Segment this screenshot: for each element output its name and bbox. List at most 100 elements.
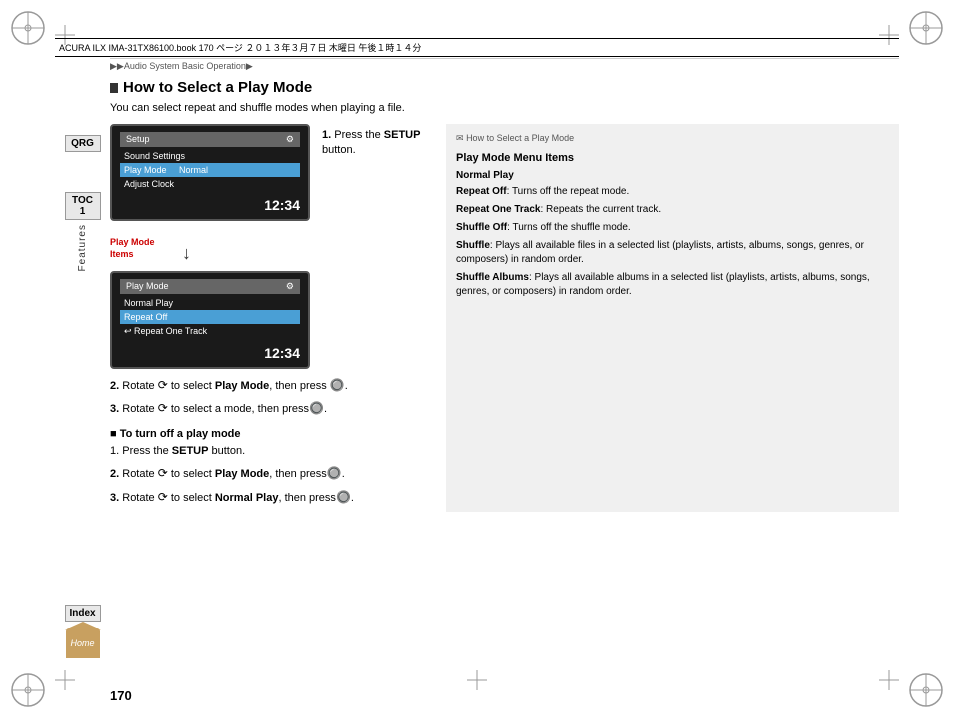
step2-prefix: Rotate bbox=[122, 380, 157, 392]
right-item1-bold: Repeat Off bbox=[456, 186, 507, 197]
step1-bold: SETUP bbox=[384, 129, 421, 141]
screen2-time: 12:34 bbox=[120, 345, 300, 361]
index-button[interactable]: Index bbox=[65, 605, 101, 622]
corner-decoration-bl bbox=[8, 670, 48, 710]
sidebar: QRG TOC 1 Features Index Home bbox=[55, 65, 110, 658]
right-breadcrumb: ✉ How to Select a Play Mode bbox=[456, 132, 889, 146]
step2-end: , then press bbox=[269, 380, 330, 392]
rotate-icon-to2: ⟳ bbox=[158, 466, 168, 480]
right-item3-bold: Shuffle Off bbox=[456, 222, 507, 233]
home-label: Home bbox=[70, 638, 94, 648]
screen1-icon: ⚙ bbox=[286, 134, 294, 145]
turn-off-step1: 1. Press the SETUP button. bbox=[110, 444, 430, 459]
right-item4: Shuffle: Plays all available files in a … bbox=[456, 239, 889, 267]
right-item5-bold: Shuffle Albums bbox=[456, 272, 529, 283]
screen1-title-bar: Setup ⚙ bbox=[120, 132, 300, 147]
right-item2: Repeat One Track: Repeats the current tr… bbox=[456, 203, 889, 217]
screen2-item-3: ↩ Repeat One Track bbox=[120, 324, 300, 339]
rotate-icon-3: ⟳ bbox=[158, 401, 168, 415]
right-column: ✉ How to Select a Play Mode Play Mode Me… bbox=[446, 124, 899, 512]
toc-button[interactable]: TOC 1 bbox=[65, 192, 101, 220]
qrg-button[interactable]: QRG bbox=[65, 135, 101, 152]
right-item3-text: : Turns off the shuffle mode. bbox=[507, 222, 631, 233]
screen1-menu: Sound Settings Play Mode Normal Adjust C… bbox=[120, 147, 300, 193]
step2-period: . bbox=[345, 380, 348, 392]
turn-off-step3-select: to select bbox=[168, 492, 215, 504]
turn-off-step3-num: 3. bbox=[110, 492, 119, 504]
screen2-title: Play Mode bbox=[126, 281, 169, 292]
press-icon-2: 🔘 bbox=[330, 378, 345, 392]
annotation-label: Play ModeItems bbox=[110, 237, 155, 260]
right-item2-bold: Repeat One Track bbox=[456, 204, 540, 215]
step2-num: 2. bbox=[110, 380, 119, 392]
title-marker bbox=[110, 83, 118, 93]
crosshair-bottom-right bbox=[879, 670, 899, 693]
corner-decoration-tr bbox=[906, 8, 946, 48]
corner-decoration-br bbox=[906, 670, 946, 710]
two-column-layout: Setup ⚙ Sound Settings Play Mode Normal … bbox=[110, 124, 899, 512]
step2-bold: Play Mode bbox=[215, 380, 269, 392]
screen2-item-2: Repeat Off bbox=[120, 310, 300, 324]
turn-off-step2-select: to select bbox=[168, 468, 215, 480]
turn-off-step1-end: button. bbox=[208, 445, 245, 457]
turn-off-step2-end: , then press bbox=[269, 468, 326, 480]
screen2-mockup: Play Mode ⚙ Normal Play Repeat Off ↩ Rep… bbox=[110, 271, 310, 369]
right-heading2: Normal Play bbox=[456, 168, 889, 183]
rotate-icon-2: ⟳ bbox=[158, 378, 168, 392]
section-title-area: How to Select a Play Mode bbox=[110, 79, 899, 96]
turn-off-step2: 2. Rotate ⟳ to select Play Mode, then pr… bbox=[110, 465, 430, 482]
turn-off-step3-prefix: Rotate bbox=[122, 492, 157, 504]
screen1-mockup: Setup ⚙ Sound Settings Play Mode Normal … bbox=[110, 124, 310, 229]
turn-off-step3-bold: Normal Play bbox=[215, 492, 279, 504]
step1-area: 1. Press the SETUP button. bbox=[322, 124, 430, 165]
step1-prefix: Press the bbox=[334, 129, 384, 141]
screen1-title: Setup bbox=[126, 134, 150, 145]
screen2-item-1: Normal Play bbox=[120, 296, 300, 310]
step3-period: . bbox=[324, 403, 327, 415]
crosshair-bottom-center bbox=[467, 670, 487, 693]
screen2-icon: ⚙ bbox=[286, 281, 294, 292]
turn-off-step2-bold: Play Mode bbox=[215, 468, 269, 480]
corner-decoration-tl bbox=[8, 8, 48, 48]
right-item4-bold: Shuffle bbox=[456, 240, 490, 251]
press-icon-to3: 🔘 bbox=[336, 490, 351, 504]
turn-off-step3: 3. Rotate ⟳ to select Normal Play, then … bbox=[110, 489, 430, 506]
step2-select: to select bbox=[168, 380, 215, 392]
index-home-section: Index Home bbox=[65, 605, 101, 658]
screen2-title-bar: Play Mode ⚙ bbox=[120, 279, 300, 294]
turn-off-step3-end: , then press bbox=[278, 492, 335, 504]
screen1-item-1: Sound Settings bbox=[120, 149, 300, 163]
home-button[interactable]: Home bbox=[66, 628, 100, 658]
toc-section: TOC 1 Features bbox=[65, 182, 101, 271]
step3-text: 3. Rotate ⟳ to select a mode, then press… bbox=[110, 400, 430, 417]
crosshair-bottom-left bbox=[55, 670, 75, 693]
header-bar: ACURA ILX IMA-31TX86100.book 170 ページ ２０１… bbox=[55, 38, 899, 57]
step3-num: 3. bbox=[110, 403, 119, 415]
press-icon-3: 🔘 bbox=[309, 401, 324, 415]
right-heading1: Play Mode Menu Items bbox=[456, 150, 889, 167]
right-item1: Repeat Off: Turns off the repeat mode. bbox=[456, 185, 889, 199]
section-heading: How to Select a Play Mode bbox=[123, 79, 312, 96]
turn-off-step1-prefix: 1. Press the bbox=[110, 445, 172, 457]
press-icon-to2: 🔘 bbox=[327, 466, 342, 480]
turn-off-step2-num: 2. bbox=[110, 468, 119, 480]
step3-prefix: Rotate bbox=[122, 403, 157, 415]
mail-icon: ✉ bbox=[456, 133, 464, 143]
turn-off-section: ■ To turn off a play mode 1. Press the S… bbox=[110, 428, 430, 506]
right-item4-text: : Plays all available files in a selecte… bbox=[456, 240, 864, 265]
section-subtitle: You can select repeat and shuffle modes … bbox=[110, 102, 899, 114]
screen1-item-3: Adjust Clock bbox=[120, 177, 300, 191]
step3-select: to select a mode, then press bbox=[168, 403, 309, 415]
left-column: Setup ⚙ Sound Settings Play Mode Normal … bbox=[110, 124, 430, 512]
main-content: How to Select a Play Mode You can select… bbox=[110, 65, 899, 663]
rotate-icon-to3: ⟳ bbox=[158, 490, 168, 504]
file-info-text: ACURA ILX IMA-31TX86100.book 170 ページ ２０１… bbox=[59, 41, 421, 54]
screen2-menu: Normal Play Repeat Off ↩ Repeat One Trac… bbox=[120, 294, 300, 341]
features-label: Features bbox=[77, 224, 88, 271]
home-icon: Home bbox=[66, 628, 100, 658]
screen1-time: 12:34 bbox=[120, 197, 300, 213]
right-breadcrumb-text: How to Select a Play Mode bbox=[466, 133, 574, 143]
step1-text: 1. Press the SETUP button. bbox=[322, 128, 430, 159]
turn-off-step1-bold: SETUP bbox=[172, 445, 209, 457]
screen1-area: Setup ⚙ Sound Settings Play Mode Normal … bbox=[110, 124, 430, 229]
